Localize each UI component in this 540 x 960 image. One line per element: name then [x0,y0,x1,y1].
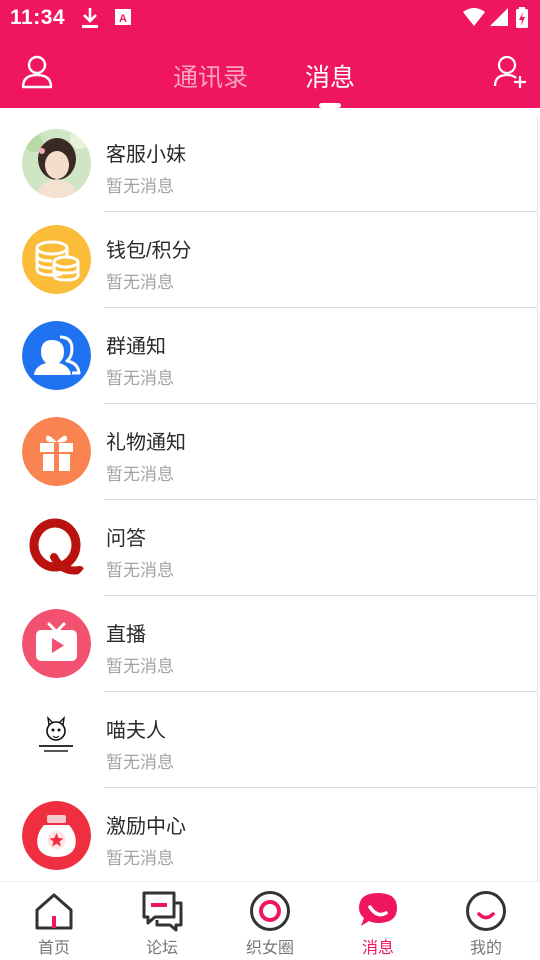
message-icon [357,890,399,937]
nav-messages[interactable]: 消息 [324,882,432,960]
bottom-navigation: 首页 论坛 织女圈 消息 我的 [0,881,540,960]
active-tab-indicator [319,103,341,108]
tv-play-icon [22,609,91,678]
nav-label: 论坛 [145,940,178,957]
conversation-preview: 暂无消息 [106,369,174,388]
conversation-name: 喵夫人 [106,720,166,742]
download-icon [80,6,100,35]
gift-icon [22,417,91,486]
conversation-item-group-notice[interactable]: 群通知 暂无消息 [0,308,537,404]
nav-profile[interactable]: 我的 [432,882,540,960]
conversation-name: 问答 [106,528,146,550]
conversation-item-gift-notice[interactable]: 礼物通知 暂无消息 [0,404,537,500]
nav-label: 织女圈 [245,940,294,957]
conversation-name: 群通知 [106,336,166,358]
conversation-preview: 暂无消息 [106,561,174,580]
conversation-list: 客服小妹 暂无消息 钱包/积分 暂无消息 群通知 暂无消息 礼物通知 暂无消息 … [0,116,538,881]
conversation-preview: 暂无消息 [106,657,174,676]
customer-service-avatar [22,129,91,198]
user-icon[interactable] [20,54,54,95]
nav-circle[interactable]: 织女圈 [216,882,324,960]
conversation-item-reward-center[interactable]: 激励中心 暂无消息 [0,788,537,881]
conversation-name: 激励中心 [106,816,186,838]
nav-label: 我的 [469,940,502,957]
reward-bag-icon [22,801,91,870]
add-user-icon[interactable] [493,54,527,95]
wifi-icon [462,6,486,33]
battery-icon [515,6,529,35]
conversation-preview: 暂无消息 [106,273,174,292]
conversation-name: 礼物通知 [106,432,186,454]
conversation-item-wallet[interactable]: 钱包/积分 暂无消息 [0,212,537,308]
conversation-name: 钱包/积分 [106,240,192,262]
forum-icon [141,890,183,937]
conversation-preview: 暂无消息 [106,465,174,484]
cat-logo-icon [22,705,91,774]
conversation-preview: 暂无消息 [106,177,174,196]
top-app-bar: 通讯录 消息 [0,36,540,108]
group-icon [22,321,91,390]
home-icon [33,890,75,937]
status-bar: 11:34 A [0,0,540,36]
conversation-item-live[interactable]: 直播 暂无消息 [0,596,537,692]
signal-icon [488,6,510,33]
nav-label: 消息 [361,940,394,957]
coins-icon [22,225,91,294]
conversation-name: 直播 [106,624,146,646]
conversation-name: 客服小妹 [106,144,186,166]
smile-icon [465,890,507,937]
nav-forum[interactable]: 论坛 [108,882,216,960]
conversation-item-cat-lady[interactable]: 喵夫人 暂无消息 [0,692,537,788]
conversation-preview: 暂无消息 [106,753,174,772]
conversation-preview: 暂无消息 [106,849,174,868]
tab-contacts[interactable]: 通讯录 [173,58,248,94]
nav-label: 首页 [37,940,70,957]
conversation-item-qa[interactable]: 问答 暂无消息 [0,500,537,596]
conversation-item-customer-service[interactable]: 客服小妹 暂无消息 [0,116,537,212]
status-time: 11:34 [10,6,66,29]
q-icon [22,513,91,582]
a-icon: A [114,6,132,33]
tab-messages[interactable]: 消息 [305,58,355,94]
circle-icon [249,890,291,937]
svg-text:A: A [119,13,127,25]
nav-home[interactable]: 首页 [0,882,108,960]
